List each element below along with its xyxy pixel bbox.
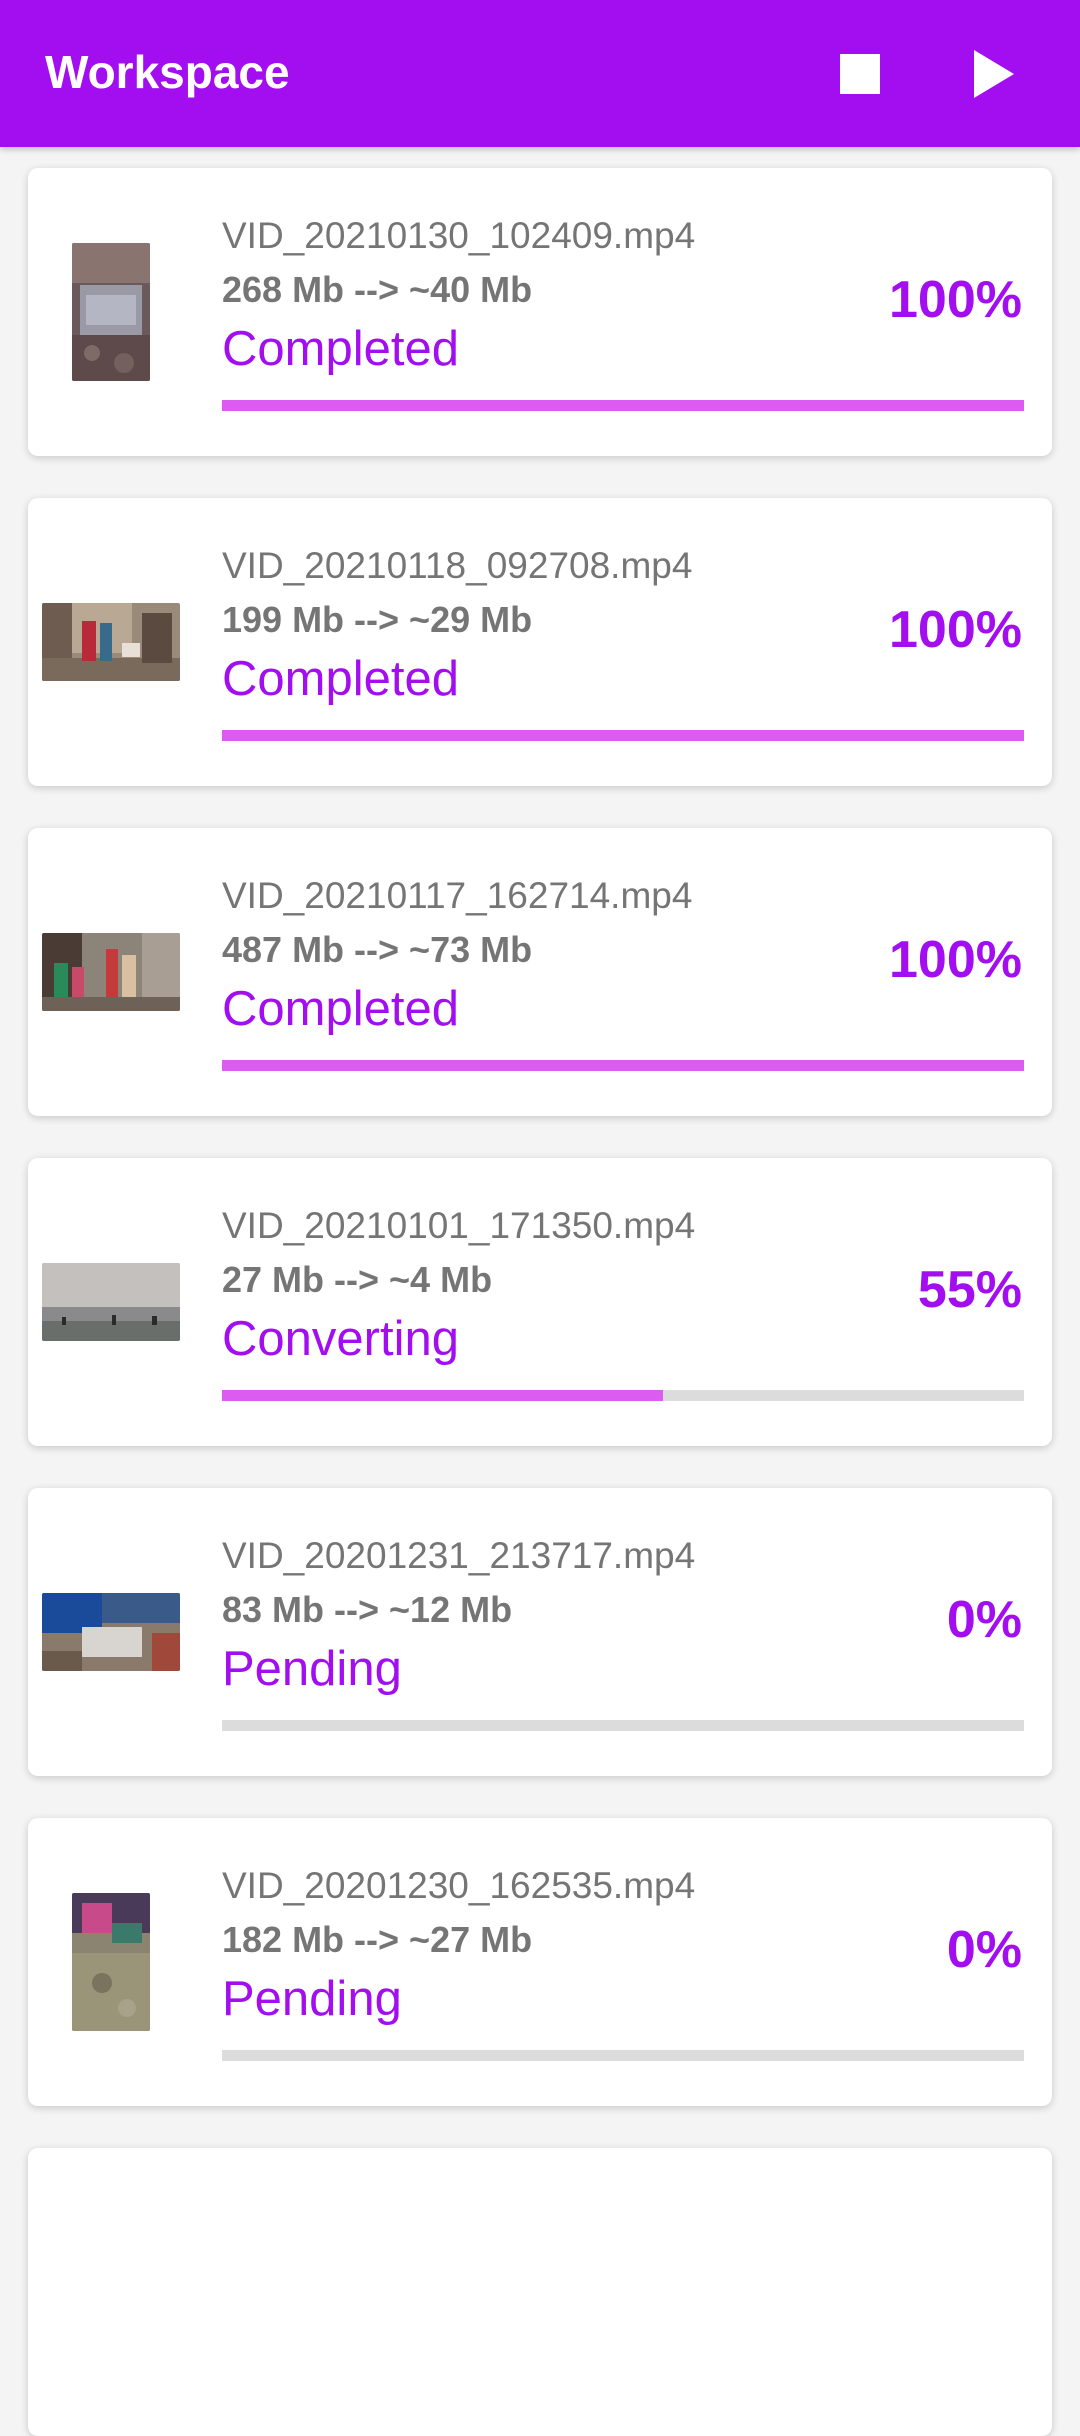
app-bar: Workspace — [0, 0, 1080, 147]
video-card[interactable]: VID_20210101_171350.mp4 27 Mb --> ~4 Mb … — [28, 1158, 1052, 1446]
status-label: Pending — [222, 1642, 402, 1696]
file-size: 27 Mb --> ~4 Mb — [222, 1259, 493, 1300]
progress-bar — [222, 1720, 1024, 1731]
progress-percent: 100% — [889, 931, 1022, 989]
video-card[interactable]: VID_20210118_092708.mp4 199 Mb --> ~29 M… — [28, 498, 1052, 786]
progress-percent: 0% — [946, 1921, 1022, 1979]
video-card[interactable]: VID_20210117_162714.mp4 487 Mb --> ~73 M… — [28, 828, 1052, 1116]
video-thumbnail — [72, 243, 150, 381]
file-name: VID_20210101_171350.mp4 — [222, 1205, 696, 1246]
file-size: 487 Mb --> ~73 Mb — [222, 929, 533, 970]
file-name: VID_20210118_092708.mp4 — [222, 545, 693, 586]
status-label: Converting — [222, 1312, 459, 1366]
status-label: Pending — [222, 1972, 402, 2026]
file-name: VID_20210117_162714.mp4 — [222, 875, 693, 916]
progress-fill — [222, 1060, 1024, 1071]
file-name: VID_20201230_162535.mp4 — [222, 1865, 696, 1906]
video-thumbnail — [42, 603, 180, 681]
video-card[interactable]: VID_20201231_213717.mp4 83 Mb --> ~12 Mb… — [28, 1488, 1052, 1776]
stop-icon — [840, 54, 880, 94]
progress-percent: 100% — [889, 271, 1022, 329]
progress-bar — [222, 2050, 1024, 2061]
video-card[interactable] — [28, 2148, 1052, 2436]
progress-percent: 100% — [889, 601, 1022, 659]
video-card[interactable]: VID_20201230_162535.mp4 182 Mb --> ~27 M… — [28, 1818, 1052, 2106]
video-thumbnail — [72, 1893, 150, 2031]
progress-fill — [222, 400, 1024, 411]
file-size: 199 Mb --> ~29 Mb — [222, 599, 533, 640]
progress-bar — [222, 1060, 1024, 1071]
status-label: Completed — [222, 652, 459, 706]
video-thumbnail — [42, 1593, 180, 1671]
progress-fill — [222, 730, 1024, 741]
file-size: 83 Mb --> ~12 Mb — [222, 1589, 513, 1630]
progress-bar — [222, 400, 1024, 411]
progress-bar — [222, 1390, 1024, 1401]
video-card[interactable]: VID_20210130_102409.mp4 268 Mb --> ~40 M… — [28, 168, 1052, 456]
play-icon — [974, 50, 1014, 98]
file-size: 182 Mb --> ~27 Mb — [222, 1919, 533, 1960]
play-button[interactable] — [950, 34, 1030, 114]
status-label: Completed — [222, 322, 459, 376]
progress-percent: 0% — [946, 1591, 1022, 1649]
video-thumbnail — [42, 1263, 180, 1341]
file-name: VID_20201231_213717.mp4 — [222, 1535, 696, 1576]
progress-bar — [222, 730, 1024, 741]
progress-percent: 55% — [917, 1261, 1022, 1319]
page-title: Workspace — [45, 46, 290, 98]
stop-button[interactable] — [820, 34, 900, 114]
status-label: Completed — [222, 982, 459, 1036]
progress-fill — [222, 1390, 664, 1401]
file-size: 268 Mb --> ~40 Mb — [222, 269, 533, 310]
file-name: VID_20210130_102409.mp4 — [222, 215, 696, 256]
video-thumbnail — [42, 933, 180, 1011]
